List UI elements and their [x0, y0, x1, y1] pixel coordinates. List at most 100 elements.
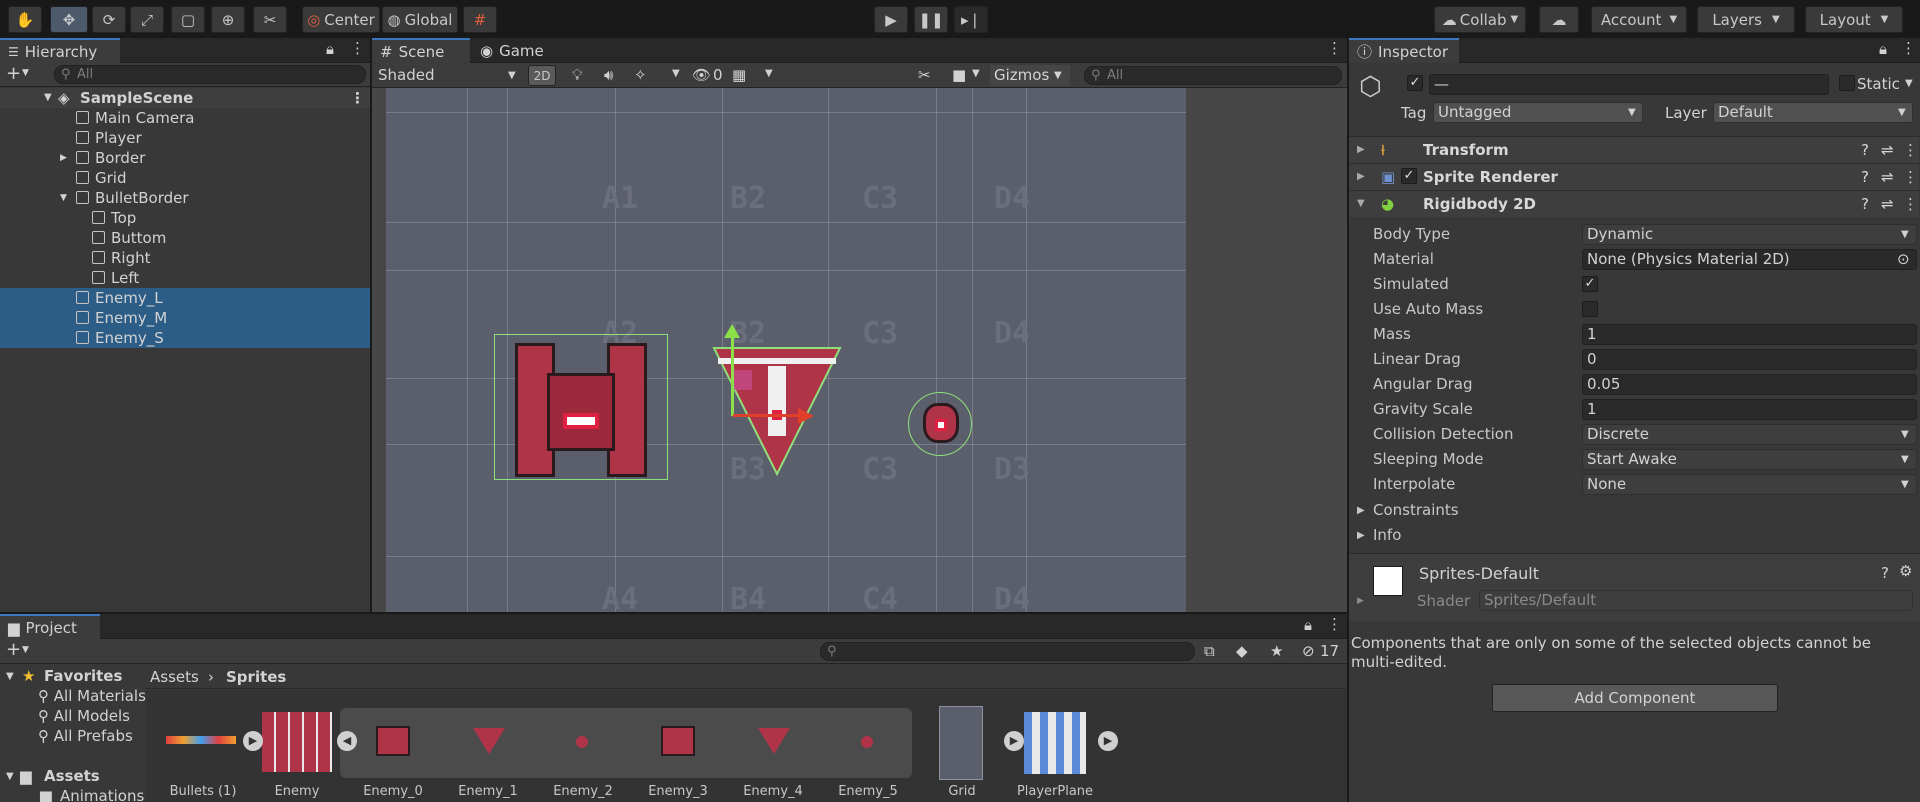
play-circle-icon[interactable]: ▶	[1098, 731, 1118, 751]
move-gizmo-x-axis[interactable]	[733, 414, 799, 417]
preset-icon[interactable]: ⇌	[1881, 137, 1894, 163]
enemy-s-icon[interactable]	[861, 736, 873, 748]
property-dropdown[interactable]: None ▼	[1582, 474, 1917, 495]
cloud-icon[interactable]: ☁	[1539, 6, 1579, 33]
kebab-menu-icon[interactable]: ⋮	[1901, 39, 1916, 57]
player-plane-icon[interactable]	[1024, 712, 1086, 774]
enemy-m-icon[interactable]	[473, 728, 505, 754]
tab-project[interactable]: ▆ Project	[0, 614, 100, 639]
tab-scene[interactable]: # Scene	[372, 38, 470, 63]
chevron-down-icon[interactable]: ▼	[6, 671, 14, 682]
component-header[interactable]: ▶ ▣ ✓ Sprite Renderer? ⇌ ⋮	[1349, 163, 1919, 190]
hand-tool-icon[interactable]: ✋	[8, 6, 42, 33]
lock-icon[interactable]: 🔒︎	[1304, 616, 1312, 634]
enemy-l-collider[interactable]	[494, 334, 668, 480]
hierarchy-item[interactable]: Right	[0, 248, 370, 268]
property-object-field[interactable]: None (Physics Material 2D) ⊙	[1582, 249, 1917, 270]
lighting-icon[interactable]: 💡︎	[572, 66, 583, 84]
shader-dropdown[interactable]: Sprites/Default	[1479, 590, 1913, 611]
hierarchy-item[interactable]: Top	[0, 208, 370, 228]
pivot-center-button[interactable]: ◎ Center	[302, 6, 380, 33]
hierarchy-item[interactable]: Main Camera	[0, 108, 370, 128]
breadcrumb-assets[interactable]: Assets	[150, 668, 199, 686]
rotate-tool-icon[interactable]: ⟳	[92, 6, 126, 33]
chevron-down-icon[interactable]: ▼	[60, 188, 67, 208]
favorite-item[interactable]: ⚲ All Models	[38, 707, 130, 725]
kebab-menu-icon[interactable]: ⋮	[1327, 615, 1342, 633]
lock-icon[interactable]: 🔒︎	[326, 40, 334, 58]
move-gizmo-y-axis[interactable]	[731, 336, 734, 416]
chevron-down-icon[interactable]: ▼	[6, 771, 14, 782]
property-checkbox[interactable]	[1582, 301, 1598, 317]
layers-button[interactable]: Layers ▼	[1697, 6, 1795, 33]
enemy-s-icon[interactable]	[576, 736, 588, 748]
hierarchy-search-input[interactable]: ⚲ All	[54, 65, 366, 84]
tools-icon[interactable]: ✂	[918, 66, 931, 84]
hierarchy-item[interactable]: Enemy_M	[0, 308, 370, 328]
kebab-menu-icon[interactable]: ⋮	[1327, 39, 1342, 57]
scene-viewport[interactable]: A1 B2 C3 D4 A2 B2 C3 D4 B3 C3 D3 A4 B4 C4 D4	[372, 88, 1347, 612]
kebab-menu-icon[interactable]: ⋮	[350, 88, 365, 108]
lock-icon[interactable]: 🔒︎	[1879, 40, 1887, 58]
property-dropdown[interactable]: Discrete ▼	[1582, 424, 1917, 445]
enemy-s-collider[interactable]	[908, 392, 972, 456]
chevron-down-icon[interactable]: ▼	[1905, 78, 1913, 89]
add-icon[interactable]: +	[6, 63, 21, 84]
hidden-packages-icon[interactable]: ⊘	[1302, 642, 1315, 660]
tab-hierarchy[interactable]: ☰ Hierarchy	[0, 38, 120, 63]
kebab-menu-icon[interactable]: ⋮	[1903, 137, 1918, 163]
asset-item[interactable]: Bullets (1)	[158, 784, 248, 799]
constraints-foldout[interactable]: ▶ Constraints	[1349, 498, 1919, 523]
asset-item[interactable]: Enemy_1	[443, 784, 533, 799]
custom-tool-icon[interactable]: ✂	[253, 6, 287, 33]
static-checkbox[interactable]	[1839, 75, 1855, 91]
asset-item[interactable]: Enemy	[252, 784, 342, 799]
gear-icon[interactable]: ⚙	[1899, 562, 1912, 580]
active-checkbox[interactable]: ✓	[1407, 75, 1423, 91]
asset-item[interactable]: Enemy_5	[823, 784, 913, 799]
chevron-down-icon[interactable]: ▼	[765, 68, 773, 79]
favorite-item[interactable]: ⚲ All Materials	[38, 687, 146, 705]
visibility-icon[interactable]: 👁︎	[692, 66, 711, 84]
chevron-down-icon[interactable]: ▼	[1357, 191, 1365, 217]
star-icon[interactable]: ★	[1270, 642, 1283, 660]
move-gizmo-y-arrow[interactable]	[724, 324, 740, 338]
animations-folder-label[interactable]: Animations	[60, 787, 144, 802]
2d-toggle-button[interactable]: 2D	[528, 65, 556, 86]
grid-icon[interactable]	[939, 706, 983, 780]
play-circle-icon[interactable]: ▶	[243, 731, 263, 751]
filter-type-icon[interactable]: ⧉	[1204, 642, 1215, 660]
collapse-circle-icon[interactable]: ◀	[337, 731, 357, 751]
assets-folder-label[interactable]: Assets	[44, 767, 100, 785]
audio-icon[interactable]: 🔊︎	[604, 66, 613, 84]
tag-dropdown[interactable]: Untagged ▼	[1433, 102, 1643, 123]
component-header[interactable]: ▼ ◕ Rigidbody 2D? ⇌ ⋮	[1349, 190, 1919, 217]
name-field[interactable]: —	[1429, 74, 1829, 95]
object-picker-icon[interactable]: ⊙	[1897, 250, 1910, 269]
preset-icon[interactable]: ⇌	[1881, 191, 1894, 217]
scene-row[interactable]: ▼ ◈ SampleScene ⋮	[0, 88, 370, 108]
hierarchy-item[interactable]: ▼ BulletBorder	[0, 188, 370, 208]
help-icon[interactable]: ?	[1861, 164, 1869, 190]
kebab-menu-icon[interactable]: ⋮	[1903, 164, 1918, 190]
chevron-right-icon[interactable]: ▶	[1357, 137, 1365, 163]
property-input[interactable]: 0.05	[1582, 374, 1917, 395]
project-search-input[interactable]: ⚲	[820, 642, 1195, 661]
enemy-l-icon[interactable]	[376, 726, 410, 756]
transform-tool-icon[interactable]: ⊕	[211, 6, 245, 33]
chevron-right-icon[interactable]: ▶	[1357, 164, 1365, 190]
collab-button[interactable]: ☁ Collab ▼	[1434, 6, 1526, 33]
asset-item[interactable]: Enemy_3	[633, 784, 723, 799]
grid-toggle-icon[interactable]: ▦	[732, 66, 746, 84]
enemy-m-icon[interactable]	[758, 728, 790, 754]
tab-inspector[interactable]: ⓘ Inspector	[1349, 38, 1459, 63]
pivot-global-button[interactable]: ◍ Global	[382, 6, 458, 33]
property-checkbox[interactable]: ✓	[1582, 276, 1598, 292]
hierarchy-item[interactable]: Grid	[0, 168, 370, 188]
move-gizmo-x-arrow[interactable]	[798, 408, 814, 424]
bullet-sheet-icon[interactable]	[166, 736, 236, 744]
chevron-down-icon[interactable]: ▼	[22, 68, 29, 78]
hierarchy-item[interactable]: Enemy_L	[0, 288, 370, 308]
info-foldout[interactable]: ▶ Info	[1349, 523, 1919, 548]
step-button[interactable]: ▸❘	[954, 6, 988, 33]
